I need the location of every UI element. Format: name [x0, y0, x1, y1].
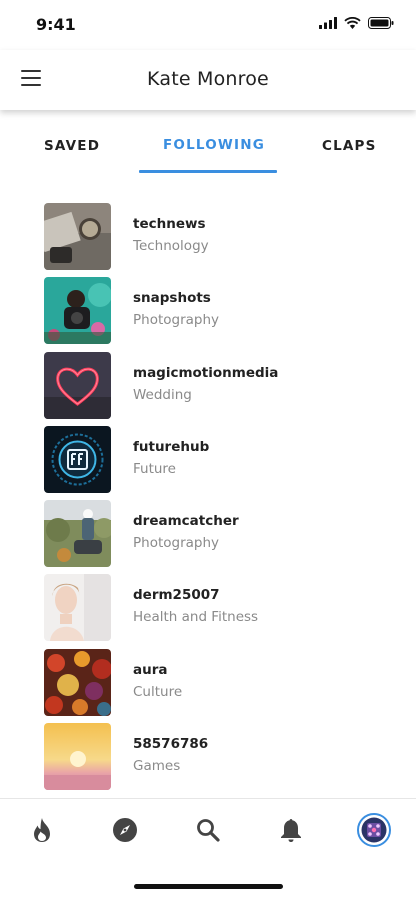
tab-bar: SAVED FOLLOWING CLAPS [0, 126, 416, 174]
list-item[interactable]: 58576786 Games [0, 723, 416, 797]
item-category: Health and Fitness [133, 609, 259, 626]
item-name: derm25007 [133, 587, 220, 604]
58576786-thumbnail [44, 723, 111, 791]
item-name: dreamcatcher [133, 513, 239, 530]
tab-saved[interactable]: SAVED [44, 138, 100, 154]
list-item[interactable]: aura Culture [0, 648, 416, 723]
flame-icon [34, 818, 50, 842]
profile-avatar-icon [357, 813, 391, 847]
status-bar: 9:41 [0, 0, 416, 50]
list-item[interactable]: snapshots Photography [0, 277, 416, 351]
status-icons [319, 17, 394, 29]
derm25007-thumbnail [44, 574, 111, 642]
item-name: technews [133, 216, 206, 232]
item-name: 58576786 [133, 736, 209, 753]
item-category: Technology [133, 238, 209, 254]
item-category: Wedding [133, 386, 192, 403]
nav-profile[interactable] [357, 813, 391, 847]
item-name: snapshots [133, 290, 211, 307]
list-item[interactable]: derm25007 Health and Fitness [0, 574, 416, 648]
nav-explore[interactable] [110, 815, 140, 845]
snapshots-thumbnail [44, 277, 111, 345]
item-category: Culture [133, 683, 183, 700]
list-item[interactable]: magicmotionmedia Wedding [0, 351, 416, 426]
item-name: futurehub [133, 438, 210, 455]
list-item[interactable]: technews Technology [0, 203, 416, 277]
nav-search[interactable] [193, 815, 223, 845]
tab-claps[interactable]: CLAPS [322, 138, 377, 154]
item-category: Games [133, 758, 181, 775]
nav-notifications[interactable] [276, 815, 306, 845]
status-time: 9:41 [36, 15, 76, 34]
search-icon [197, 819, 220, 842]
item-category: Photography [133, 312, 220, 329]
aura-thumbnail [44, 648, 111, 716]
battery-icon [368, 17, 394, 29]
magicmotionmedia-thumbnail [44, 351, 111, 419]
compass-icon [113, 818, 137, 842]
active-tab-indicator [139, 170, 277, 173]
bell-icon [281, 819, 301, 842]
following-list: technews Technology snapshots Photograph… [0, 203, 416, 797]
bottom-nav [0, 798, 416, 867]
tab-following[interactable]: FOLLOWING [163, 137, 265, 153]
item-category: Photography [133, 535, 220, 552]
list-item[interactable]: dreamcatcher Photography [0, 500, 416, 574]
futurehub-thumbnail [44, 425, 111, 493]
list-item[interactable]: futurehub Future [0, 425, 416, 500]
technews-thumbnail [44, 203, 111, 270]
app-header: Kate Monroe [0, 50, 416, 110]
wifi-icon [344, 17, 361, 29]
item-name: magicmotionmedia [133, 364, 279, 381]
item-category: Future [133, 460, 176, 477]
nav-trending[interactable] [27, 815, 57, 845]
signal-icon [319, 17, 337, 29]
item-name: aura [133, 661, 168, 678]
dreamcatcher-thumbnail [44, 500, 111, 568]
page-title: Kate Monroe [147, 68, 269, 90]
home-indicator [134, 884, 283, 889]
